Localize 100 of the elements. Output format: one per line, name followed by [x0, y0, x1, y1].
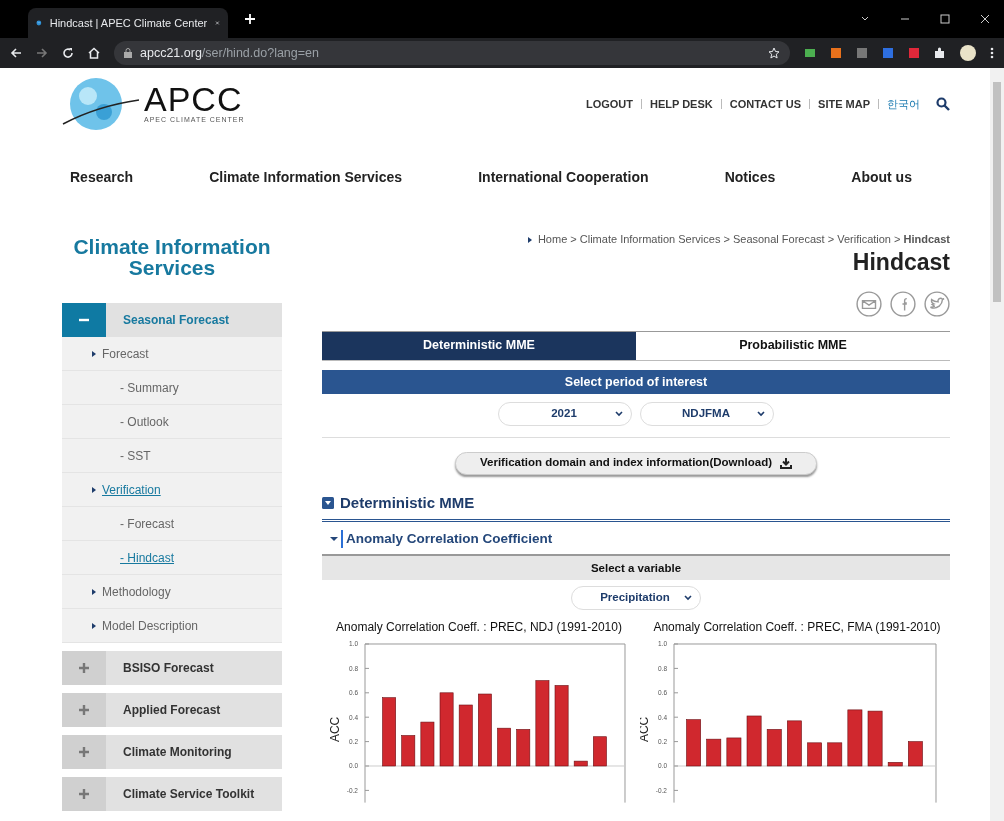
bar: [706, 738, 722, 767]
bullet-icon: [527, 237, 532, 244]
chart-title: Anomaly Correlation Coeff. : PREC, NDJ (1991-2010): [335, 619, 623, 636]
sidebar-link[interactable]: - Outlook: [120, 412, 169, 431]
bullet-icon: [92, 588, 96, 595]
bar: [516, 729, 531, 767]
avatar-icon[interactable]: [960, 45, 976, 61]
search-icon[interactable]: [936, 97, 950, 111]
header-link[interactable]: HELP DESK: [641, 99, 721, 109]
extension-icon[interactable]: [804, 47, 816, 59]
sidebar-link[interactable]: Verification: [102, 480, 161, 499]
bar: [787, 720, 802, 767]
logo-text: APCC: [144, 82, 244, 115]
menu-icon[interactable]: [990, 47, 994, 59]
bar: [593, 736, 607, 767]
tab-title: Hindcast | APEC Climate Center: [49, 15, 208, 31]
collapse-icon[interactable]: [322, 496, 334, 509]
language-link[interactable]: 한국어: [878, 99, 928, 109]
bar: [847, 709, 863, 767]
bar: [827, 742, 843, 767]
bar: [908, 741, 923, 767]
plus-icon: [79, 663, 89, 673]
bar: [382, 697, 396, 767]
scrollbar-thumb[interactable]: [993, 82, 1001, 302]
bar: [807, 742, 822, 767]
star-icon[interactable]: [768, 47, 780, 59]
close-icon[interactable]: [980, 14, 990, 24]
axis-label: ACC: [328, 716, 342, 743]
reload-icon[interactable]: [62, 47, 74, 59]
extension-icon[interactable]: [856, 47, 868, 59]
section-title: Deterministic MME: [340, 492, 475, 513]
home-icon[interactable]: [88, 47, 100, 59]
chevron-down-icon: [757, 410, 765, 417]
sidebar-group-label[interactable]: BSISO Forecast: [123, 659, 214, 677]
sidebar-link[interactable]: - Forecast: [120, 514, 174, 533]
tab[interactable]: Deterministic MME: [322, 331, 636, 360]
nav-link[interactable]: Notices: [724, 166, 776, 188]
page-title: Hindcast: [852, 248, 950, 275]
extension-icon[interactable]: [882, 47, 894, 59]
section-heading: Select period of interest: [322, 369, 950, 394]
sidebar-link[interactable]: - Hindcast: [120, 548, 175, 567]
bar: [573, 760, 588, 767]
caret-icon[interactable]: [330, 536, 338, 542]
puzzle-icon[interactable]: [934, 47, 946, 59]
bird-icon[interactable]: [924, 290, 950, 317]
bar: [766, 729, 782, 767]
bar: [746, 715, 762, 767]
maximize-icon[interactable]: [940, 14, 950, 24]
close-icon[interactable]: [215, 18, 220, 28]
sidebar-group-label[interactable]: Applied Forecast: [123, 701, 221, 719]
download-icon: [780, 457, 792, 469]
extension-icon[interactable]: [908, 47, 920, 59]
nav-link[interactable]: International Cooperation: [478, 166, 649, 188]
bar: [686, 719, 701, 767]
sidebar-group-label[interactable]: Climate Monitoring: [123, 743, 232, 761]
chevron-down-icon: [615, 410, 623, 417]
sidebar-link[interactable]: Methodology: [102, 582, 171, 601]
dropdown[interactable]: NDJFMA: [640, 401, 774, 426]
f-logo-icon[interactable]: [890, 290, 916, 317]
address-bar[interactable]: apcc21.org/ser/hind.do?lang=en: [114, 41, 790, 65]
header-link[interactable]: LOGOUT: [577, 99, 641, 109]
bullet-icon: [92, 350, 96, 357]
sidebar-link[interactable]: - Summary: [120, 378, 179, 397]
download-button[interactable]: Verification domain and index information(Download): [455, 451, 817, 475]
bullet-icon: [92, 486, 96, 493]
bullet-icon: [92, 622, 96, 629]
plus-icon: [79, 705, 89, 715]
back-icon[interactable]: [10, 47, 22, 59]
header-link[interactable]: SITE MAP: [809, 99, 878, 109]
bar: [887, 762, 903, 767]
mail-icon[interactable]: [856, 290, 882, 317]
sidebar-link[interactable]: - SST: [120, 446, 151, 465]
text-cursor: [341, 530, 343, 548]
variable-heading: Select a variable: [322, 556, 950, 580]
chart-title: Anomaly Correlation Coeff. : PREC, FMA (1991-2010): [652, 619, 942, 636]
bar: [458, 704, 473, 767]
sidebar-group-label[interactable]: Seasonal Forecast: [123, 311, 230, 329]
sidebar-link[interactable]: Forecast: [102, 344, 149, 363]
dropdown[interactable]: Precipitation: [571, 586, 701, 610]
bar: [867, 710, 883, 767]
new-tab-icon[interactable]: [244, 13, 256, 25]
axis-label: ACC: [640, 716, 651, 743]
globe-logo-icon: [62, 76, 140, 132]
plus-icon: [79, 789, 89, 799]
nav-link[interactable]: About us: [851, 166, 912, 188]
bar: [497, 727, 511, 767]
nav-link[interactable]: Research: [70, 166, 134, 188]
breadcrumb: Home > Climate Information Services > Seasonal Forecast > Verification > Hindcast: [537, 233, 950, 245]
bar: [401, 735, 416, 767]
forward-icon[interactable]: [36, 47, 48, 59]
sidebar-title: Climate Information Services: [72, 236, 272, 278]
bar: [420, 721, 435, 767]
nav-link[interactable]: Climate Information Services: [209, 166, 403, 188]
dropdown[interactable]: 2021: [498, 401, 632, 426]
sidebar-group-label[interactable]: Climate Service Toolkit: [123, 785, 255, 803]
plus-icon: [79, 747, 89, 757]
extension-icon[interactable]: [830, 47, 842, 59]
header-link[interactable]: CONTACT US: [720, 99, 810, 109]
chevron-down-icon: [684, 595, 692, 601]
bar: [726, 737, 742, 767]
